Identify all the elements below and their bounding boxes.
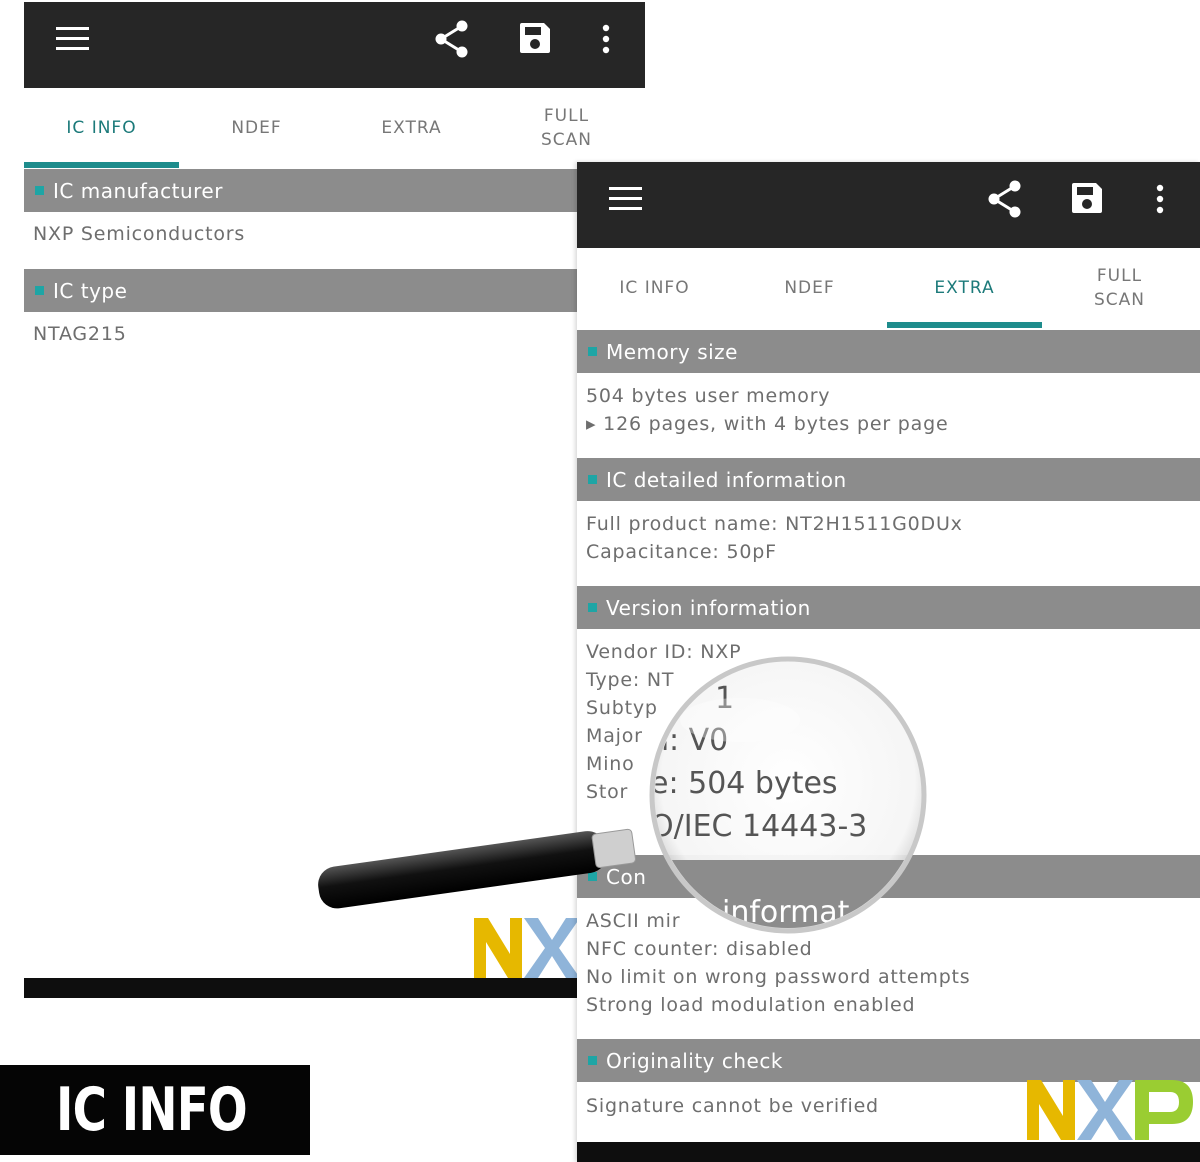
magnifying-glass-icon: 1 n: V0 e: 504 bytes O/IEC 14443-3 infor…	[318, 656, 927, 934]
save-icon[interactable]	[1070, 181, 1104, 215]
section-title: Memory size	[606, 339, 738, 364]
section-header: IC detailed information	[577, 458, 1200, 501]
app-bar	[24, 2, 645, 88]
tab-bar: IC INFO NDEF EXTRA FULL SCAN	[24, 88, 645, 168]
tab-bar: IC INFO NDEF EXTRA FULL SCAN	[577, 248, 1200, 328]
section-header: Version information	[577, 586, 1200, 629]
tab-full-scan[interactable]: FULL SCAN	[489, 88, 644, 168]
section-line: Capacitance: 50pF	[586, 541, 777, 563]
tab-indicator	[24, 162, 179, 168]
nav-bar	[24, 978, 645, 998]
section-title: Version information	[606, 595, 811, 620]
section-header: IC manufacturer	[24, 169, 645, 212]
tab-indicator	[887, 322, 1042, 328]
tab-extra[interactable]: EXTRA	[887, 248, 1042, 328]
section-line[interactable]: ▸ 126 pages, with 4 bytes per page	[586, 410, 948, 438]
section-value: NTAG215	[33, 323, 127, 345]
tab-full-scan[interactable]: FULL SCAN	[1042, 248, 1197, 328]
share-icon[interactable]	[434, 20, 470, 58]
section-bullet	[35, 286, 44, 295]
tab-ndef[interactable]: NDEF	[732, 248, 887, 328]
section-bullet	[35, 186, 44, 195]
more-vert-icon[interactable]	[1156, 184, 1164, 214]
section-bullet	[588, 1056, 597, 1065]
menu-icon[interactable]	[56, 27, 89, 51]
section-line: 504 bytes user memory	[586, 385, 831, 407]
lens-line: O/IEC 14443-3	[650, 809, 867, 844]
section-title: IC manufacturer	[53, 178, 223, 203]
section-title: IC detailed information	[606, 467, 847, 492]
section-value: NXP Semiconductors	[33, 223, 246, 245]
section-header: Originality check	[577, 1039, 1200, 1082]
ic-info-banner: IC INFO	[0, 1065, 310, 1155]
section-header: IC type	[24, 269, 645, 312]
tab-ic-info[interactable]: IC INFO	[577, 248, 732, 328]
section-title: IC type	[53, 278, 128, 303]
section-header: Memory size	[577, 330, 1200, 373]
menu-icon[interactable]	[609, 187, 642, 211]
tab-ic-info[interactable]: IC INFO	[24, 88, 179, 168]
lens-line: e: 504 bytes	[650, 766, 838, 801]
share-icon[interactable]	[987, 180, 1023, 218]
section-line: No limit on wrong password attempts	[586, 966, 971, 988]
tab-ndef[interactable]: NDEF	[179, 88, 334, 168]
section-title: Originality check	[606, 1048, 783, 1073]
save-icon[interactable]	[518, 21, 552, 55]
section-line: Strong load modulation enabled	[586, 994, 916, 1016]
nxp-logo	[1027, 1080, 1193, 1140]
banner-label: IC INFO	[56, 1075, 248, 1145]
section-bullet	[588, 475, 597, 484]
app-bar	[577, 162, 1200, 248]
section-line: Signature cannot be verified	[586, 1095, 879, 1117]
section-bullet	[588, 603, 597, 612]
nav-bar	[577, 1142, 1200, 1162]
section-line: Full product name: NT2H1511G0DUx	[586, 513, 963, 535]
tab-extra[interactable]: EXTRA	[334, 88, 489, 168]
more-vert-icon[interactable]	[602, 24, 610, 54]
section-bullet	[588, 347, 597, 356]
